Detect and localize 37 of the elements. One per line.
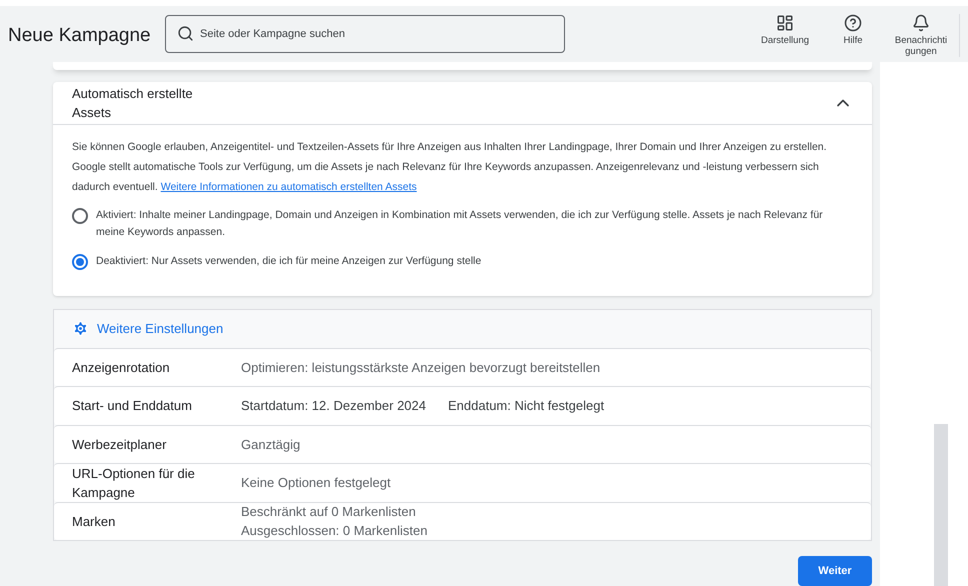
radio-button[interactable] xyxy=(72,208,88,224)
setting-value: Keine Optionen festgelegt xyxy=(241,474,391,492)
help-icon xyxy=(844,14,862,32)
settings-icon xyxy=(72,320,89,337)
toolbar-button[interactable]: Hilfe xyxy=(825,14,881,57)
setting-label: Start- und Enddatum xyxy=(72,397,193,416)
settings-header[interactable]: Weitere Einstellungen xyxy=(54,310,871,348)
next-button[interactable]: Weiter xyxy=(798,556,872,586)
radio-label: Deaktiviert: Nur Assets verwenden, die ich für meine Anzeigen zur Verfügung stelle xyxy=(96,254,482,268)
settings-row[interactable]: URL-Optionen für die Kampagne Keine Optionen festgelegt xyxy=(54,463,871,502)
setting-value: Beschränkt auf 0 Markenlisten xyxy=(241,503,417,522)
layout-icon xyxy=(776,14,794,32)
scrollbar[interactable] xyxy=(934,424,948,586)
setting-value: Enddatum: Nicht festgelegt xyxy=(448,397,604,416)
settings-row[interactable]: Anzeigenrotation Optimieren: leistungsstärkste Anzeigen bevorzugt bereitstellen xyxy=(54,348,871,386)
page-title: Neue Kampagne xyxy=(8,24,152,48)
setting-label: URL-Optionen für die Kampagne xyxy=(72,464,196,502)
info-link[interactable]: Weitere Informationen zu automatisch erstellten Assets xyxy=(160,180,417,192)
setting-value: Optimieren: leistungsstärkste Anzeigen bevorzugt bereitstellen xyxy=(241,358,600,377)
setting-label: Marken xyxy=(72,512,116,531)
settings-row[interactable]: Start- und Enddatum Startdatum: 12. Dezember 2024 Enddatum: Nicht festgelegt xyxy=(54,386,871,424)
radio-label: Aktiviert: Inhalte meiner Landingpage, Domain und Anzeigen in Kombination mit Assets verwenden, die ich zur Verfügung stelle. Assets je nach Relevanz für meine Keywords anpassen. xyxy=(96,208,824,240)
search-field[interactable]: Seite oder Kampagne suchen xyxy=(165,15,565,53)
description-text: Sie können Google erlauben, Anzeigentitel- und Textzeilen-Assets für Ihre Anzeigen aus Inhalten Ihrer Landingpage, Ihrer Domain und Ihrer Anzeigen zu erstellen. Google stellt automatische Tools zur Verfügung, um die Assets je nach Relevanz für Ihre Keywords anzupassen. Anzeigenrelevanz und -leistung verbessern sich dadurch eventuell. Weitere Informationen zu automatisch erstellten Assets xyxy=(72,140,828,194)
toolbar-button[interactable]: Benachrichti gungen xyxy=(893,14,949,57)
settings-row[interactable]: Marken Beschränkt auf 0 Markenlisten Ausgeschlossen: 0 Markenlisten xyxy=(54,502,871,540)
bell-icon xyxy=(912,14,930,32)
radio-button[interactable] xyxy=(72,254,88,270)
setting-value: Startdatum: 12. Dezember 2024 xyxy=(241,397,426,416)
settings-row[interactable]: Werbezeitplaner Ganztägig xyxy=(54,424,871,463)
toolbar-button[interactable]: Darstellung xyxy=(757,14,813,57)
panel-header[interactable]: Automatisch erstellte Assets xyxy=(53,82,872,124)
setting-value: Ganztägig xyxy=(241,436,300,454)
search-icon xyxy=(177,25,194,42)
setting-value: Ausgeschlossen: 0 Markenlisten xyxy=(241,522,428,540)
setting-label: Werbezeitplaner xyxy=(72,436,168,454)
setting-label: Anzeigenrotation xyxy=(72,358,171,377)
